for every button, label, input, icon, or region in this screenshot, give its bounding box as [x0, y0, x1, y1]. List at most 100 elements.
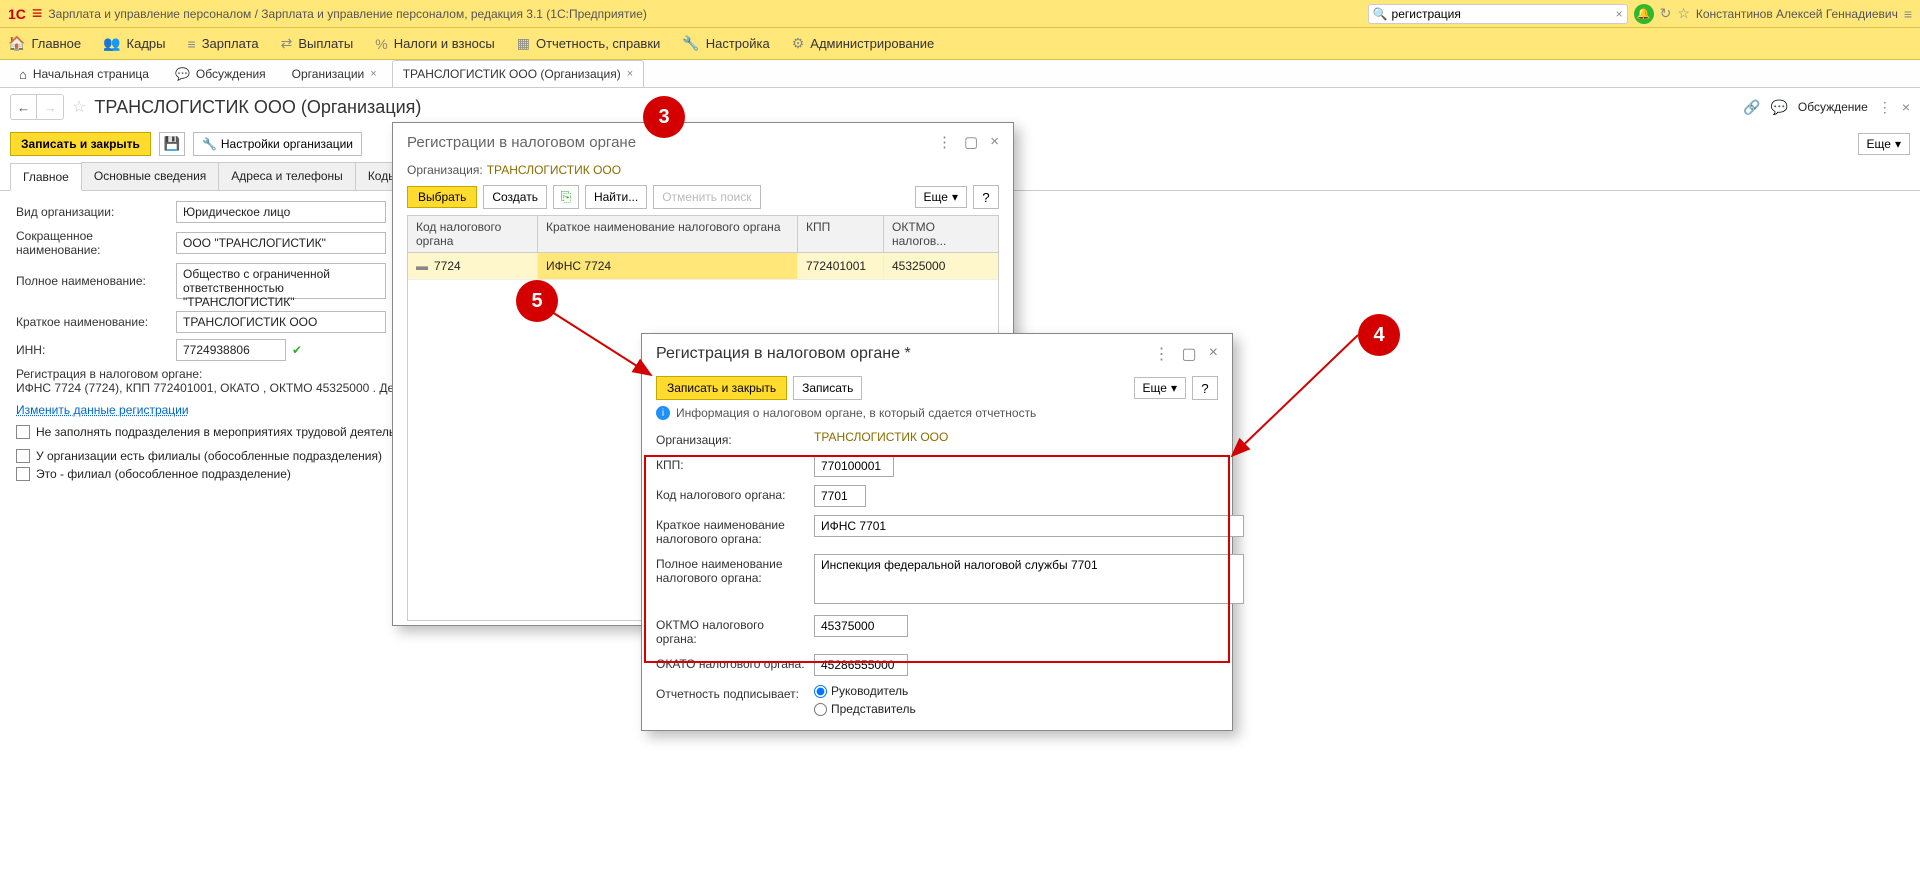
- radio-ruler[interactable]: [814, 685, 827, 698]
- org-type-label: Вид организации:: [16, 205, 176, 219]
- save-button2[interactable]: Записать: [793, 376, 862, 400]
- menu-salary[interactable]: ≡Зарплата: [188, 36, 259, 52]
- oktmo-input[interactable]: [814, 615, 908, 637]
- menu-admin[interactable]: ⚙Администрирование: [792, 35, 935, 52]
- code-label: Код налогового органа:: [656, 485, 806, 502]
- hamburger-icon[interactable]: ≡: [32, 3, 43, 24]
- radio-rep[interactable]: [814, 703, 827, 716]
- maximize-icon[interactable]: ▢: [964, 133, 978, 151]
- back-button[interactable]: ←: [11, 95, 37, 119]
- subtab-main[interactable]: Главное: [10, 163, 82, 191]
- help-button[interactable]: ?: [973, 185, 999, 209]
- subtab-addresses[interactable]: Адреса и телефоны: [218, 162, 356, 190]
- kebab-icon[interactable]: ⋮: [937, 133, 952, 151]
- chk2-label: У организации есть филиалы (обособленные…: [36, 449, 382, 463]
- search-box[interactable]: 🔍 ×: [1368, 4, 1628, 24]
- info-icon: i: [656, 406, 670, 420]
- checkbox-2[interactable]: [16, 449, 30, 463]
- favorites-icon[interactable]: ☆: [1677, 5, 1690, 22]
- menu-staff[interactable]: 👥Кадры: [103, 35, 165, 52]
- discussion-icon[interactable]: 💬: [1770, 99, 1787, 116]
- okato-input[interactable]: [814, 654, 908, 676]
- col-code[interactable]: Код налогового органа: [408, 216, 538, 252]
- full-name-input[interactable]: Общество с ограниченной ответственностью…: [176, 263, 386, 299]
- menu-lines-icon[interactable]: ≡: [1904, 6, 1912, 22]
- transfer-icon: ⇄: [281, 35, 293, 52]
- page-header: ← → ☆ ТРАНСЛОГИСТИК ООО (Организация) 🔗 …: [0, 88, 1920, 126]
- more-button[interactable]: Еще▾: [1858, 133, 1910, 155]
- chat-icon: 💬: [175, 67, 190, 81]
- kebab-icon[interactable]: ⋮: [1878, 99, 1892, 116]
- row-icon: ▬: [416, 259, 428, 273]
- full-label2: Полное наименование налогового органа:: [656, 554, 806, 585]
- save-icon-button[interactable]: 💾: [159, 132, 185, 156]
- people-icon: 👥: [103, 35, 120, 52]
- full-input2[interactable]: [814, 554, 1244, 604]
- save-close-button2[interactable]: Записать и закрыть: [656, 376, 787, 400]
- close-icon[interactable]: ×: [370, 68, 376, 80]
- app-title: Зарплата и управление персоналом / Зарпл…: [48, 7, 647, 21]
- inn-input[interactable]: 7724938806: [176, 339, 286, 361]
- save-and-close-button[interactable]: Записать и закрыть: [10, 132, 151, 156]
- copy-button[interactable]: ⎘: [553, 185, 579, 209]
- close-icon[interactable]: ×: [627, 68, 633, 80]
- history-icon[interactable]: ↻: [1660, 5, 1672, 22]
- kpp-input[interactable]: [814, 455, 894, 477]
- brief-name-input[interactable]: ТРАНСЛОГИСТИК ООО: [176, 311, 386, 333]
- nav-tabs: ⌂Начальная страница 💬Обсуждения Организа…: [0, 60, 1920, 88]
- notifications-icon[interactable]: 🔔: [1634, 4, 1654, 24]
- menu-taxes[interactable]: %Налоги и взносы: [375, 36, 495, 52]
- short-label2: Краткое наименование налогового органа:: [656, 515, 806, 546]
- find-button[interactable]: Найти...: [585, 185, 647, 209]
- inn-label: ИНН:: [16, 343, 176, 357]
- row-oktmo: 45325000: [884, 253, 998, 279]
- subtab-general[interactable]: Основные сведения: [81, 162, 219, 190]
- org-settings-button[interactable]: 🔧Настройки организации: [193, 132, 362, 156]
- row-name: ИФНС 7724: [538, 253, 798, 279]
- help-button2[interactable]: ?: [1192, 376, 1218, 400]
- org-type-value[interactable]: Юридическое лицо: [176, 201, 386, 223]
- select-button[interactable]: Выбрать: [407, 186, 477, 208]
- short-input2[interactable]: [814, 515, 1244, 537]
- col-name[interactable]: Краткое наименование налогового органа: [538, 216, 798, 252]
- tab-organizations[interactable]: Организации×: [281, 60, 388, 87]
- tab-discussions[interactable]: 💬Обсуждения: [164, 60, 277, 87]
- short-name-input[interactable]: ООО "ТРАНСЛОГИСТИК": [176, 232, 386, 254]
- close-icon[interactable]: ×: [990, 133, 999, 151]
- menu-reports[interactable]: ▦Отчетность, справки: [517, 35, 661, 52]
- code-input[interactable]: [814, 485, 866, 507]
- table-row[interactable]: ▬7724 ИФНС 7724 772401001 45325000: [408, 253, 998, 280]
- menu-payments[interactable]: ⇄Выплаты: [281, 35, 354, 52]
- maximize-icon[interactable]: ▢: [1182, 344, 1197, 364]
- close-icon[interactable]: ×: [1209, 344, 1218, 364]
- modal1-title: Регистрации в налоговом органе: [407, 134, 636, 151]
- menu-main[interactable]: 🏠Главное: [8, 35, 81, 52]
- user-name[interactable]: Константинов Алексей Геннадиевич: [1696, 7, 1898, 21]
- callout-3: 3: [643, 96, 685, 138]
- modal2-more-button[interactable]: Еще▾: [1134, 377, 1186, 399]
- kebab-icon[interactable]: ⋮: [1154, 344, 1170, 364]
- menu-settings[interactable]: 🔧Настройка: [682, 35, 769, 52]
- create-button[interactable]: Создать: [483, 185, 547, 209]
- sign-label: Отчетность подписывает:: [656, 684, 806, 701]
- forward-button[interactable]: →: [37, 95, 63, 119]
- tab-home[interactable]: ⌂Начальная страница: [8, 60, 160, 87]
- chevron-down-icon: ▾: [952, 190, 958, 204]
- org-value: ТРАНСЛОГИСТИК ООО: [487, 163, 621, 177]
- col-oktmo[interactable]: ОКТМО налогов...: [884, 216, 998, 252]
- discussion-label[interactable]: Обсуждение: [1798, 100, 1868, 114]
- col-kpp[interactable]: КПП: [798, 216, 884, 252]
- close-page-icon[interactable]: ×: [1902, 99, 1910, 115]
- oktmo-label: ОКТМО налогового органа:: [656, 615, 806, 646]
- checkbox-1[interactable]: [16, 425, 30, 439]
- tab-org-detail[interactable]: ТРАНСЛОГИСТИК ООО (Организация)×: [392, 60, 645, 87]
- star-icon[interactable]: ☆: [72, 97, 86, 117]
- chk3-label: Это - филиал (обособленное подразделение…: [36, 467, 291, 481]
- checkbox-3[interactable]: [16, 467, 30, 481]
- change-registration-link[interactable]: Изменить данные регистрации: [16, 403, 189, 417]
- modal1-more-button[interactable]: Еще▾: [915, 186, 967, 208]
- clear-search-icon[interactable]: ×: [1616, 7, 1623, 21]
- grid-icon: ▦: [517, 35, 530, 52]
- link-icon[interactable]: 🔗: [1743, 99, 1760, 116]
- search-input[interactable]: [1392, 7, 1612, 21]
